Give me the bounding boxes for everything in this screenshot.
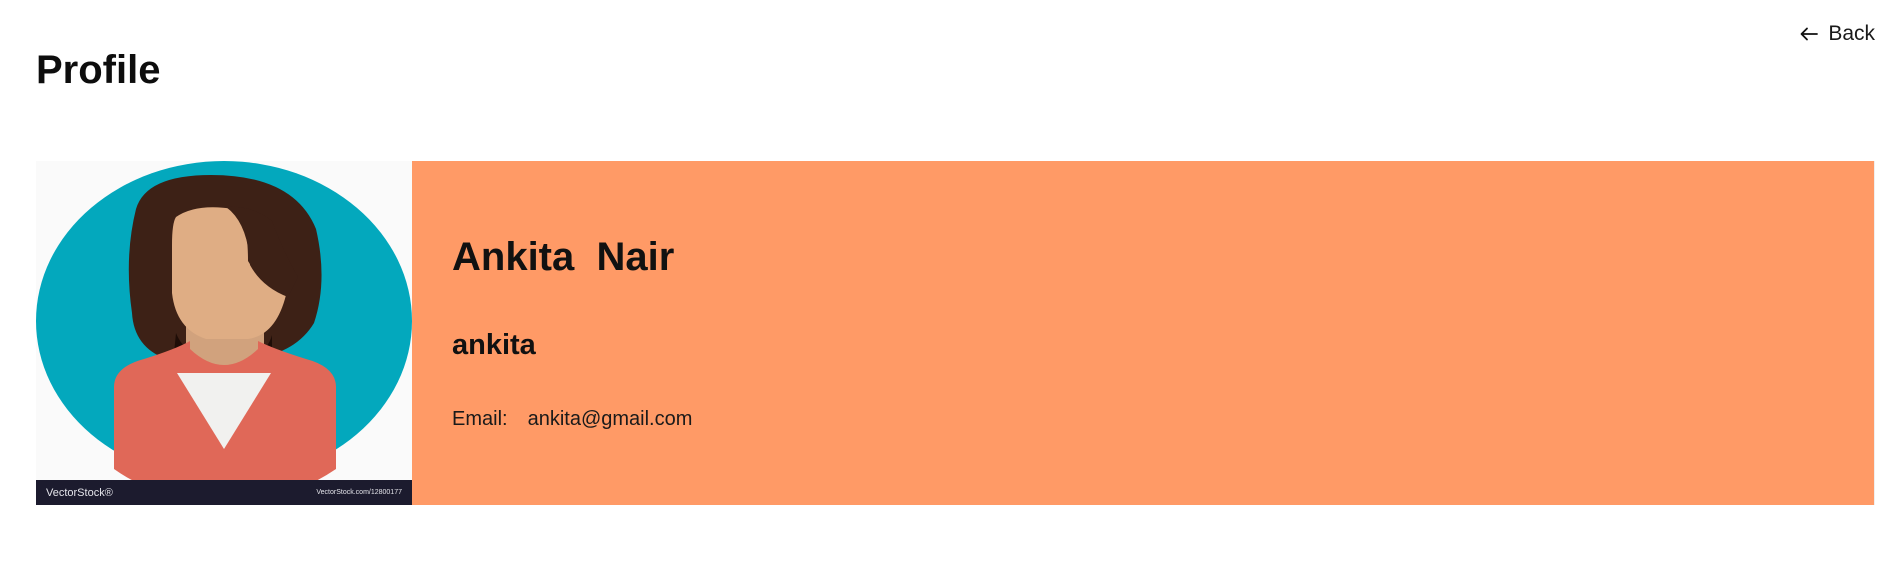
- watermark-url: VectorStock.com/12800177: [316, 489, 402, 496]
- watermark-brand: VectorStock®: [46, 486, 113, 499]
- profile-username: ankita: [452, 329, 536, 361]
- page-title: Profile: [36, 48, 161, 92]
- profile-info-panel: Ankita Nair ankita Email: ankita@gmail.c…: [412, 161, 1875, 505]
- profile-full-name: Ankita Nair: [452, 235, 675, 279]
- email-value: ankita@gmail.com: [527, 408, 693, 430]
- email-label: Email:: [452, 408, 508, 430]
- email-row: Email: ankita@gmail.com: [452, 407, 1874, 431]
- watermark-bar: VectorStock® VectorStock.com/12800177: [36, 480, 412, 505]
- arrow-left-icon: [1800, 27, 1819, 41]
- avatar: VectorStock® VectorStock.com/12800177: [36, 161, 412, 505]
- back-label: Back: [1828, 22, 1875, 45]
- back-button[interactable]: Back: [1800, 22, 1875, 46]
- profile-card: VectorStock® VectorStock.com/12800177 An…: [36, 161, 1875, 505]
- female-avatar-illustration: [36, 161, 412, 503]
